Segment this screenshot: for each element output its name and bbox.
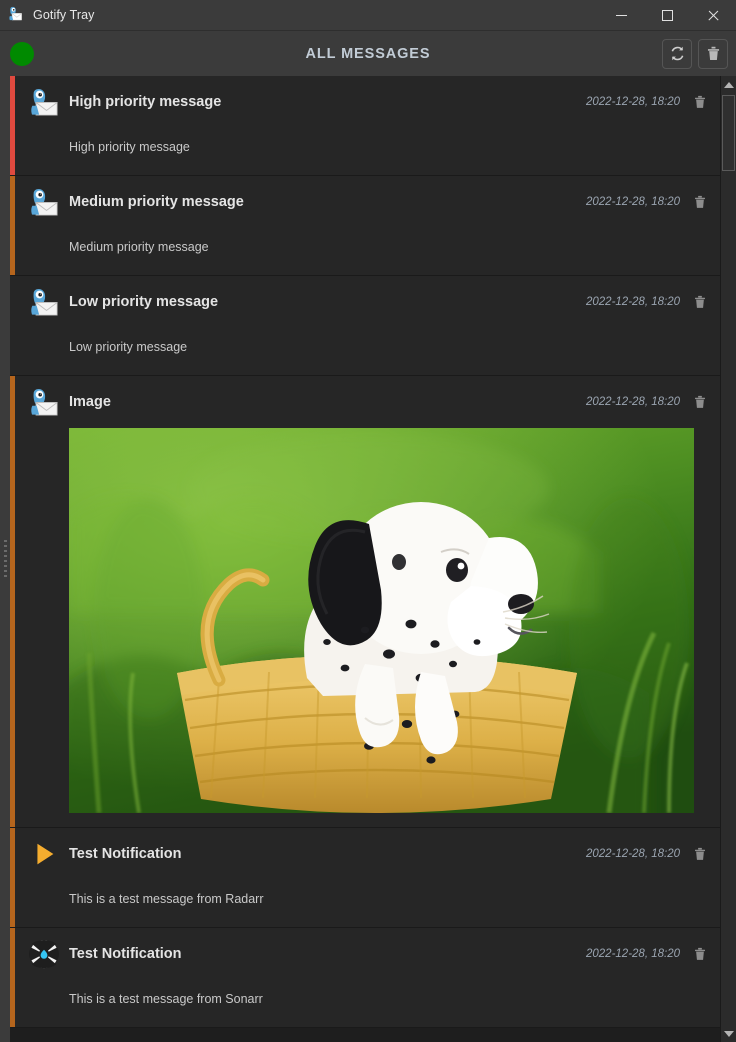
message-body: Image 2022-12-28, 18:20 [15,376,720,827]
refresh-button[interactable] [662,38,692,69]
chevron-up-icon [723,81,734,88]
page-title: ALL MESSAGES [305,45,431,62]
delete-message-button[interactable] [692,193,708,211]
trash-icon [695,195,705,208]
message-text: High priority message [69,140,190,154]
message-text: Medium priority message [69,240,209,254]
message-timestamp: 2022-12-28, 18:20 [586,948,680,960]
trash-icon [695,295,705,308]
gotify-logo-icon [29,87,59,117]
message-timestamp: 2022-12-28, 18:20 [586,848,680,860]
trash-icon [695,847,705,860]
sonarr-logo-icon [29,939,59,969]
scroll-up-button[interactable] [721,76,736,93]
message-timestamp: 2022-12-28, 18:20 [586,96,680,108]
message-header: Low priority message 2022-12-28, 18:20 [29,286,720,318]
header-actions [662,38,728,69]
message-header: Test Notification 2022-12-28, 18:20 [29,838,720,870]
delete-message-button[interactable] [692,393,708,411]
message-image-container[interactable] [69,428,708,813]
trash-icon [695,395,705,408]
message-item[interactable]: Test Notification 2022-12-28, 18:20 This … [10,828,720,928]
message-header: Image 2022-12-28, 18:20 [29,386,720,418]
connection-status-indicator[interactable] [10,41,34,66]
message-timestamp: 2022-12-28, 18:20 [586,396,680,408]
message-header: Test Notification 2022-12-28, 18:20 [29,938,720,970]
message-item[interactable]: Low priority message 2022-12-28, 18:20 Lo… [10,276,720,376]
delete-all-button[interactable] [698,38,728,69]
message-title: Test Notification [69,946,182,962]
message-header: Medium priority message 2022-12-28, 18:20 [29,186,720,218]
gotify-logo-icon [7,6,25,24]
message-list[interactable]: High priority message 2022-12-28, 18:20 H… [10,76,720,1042]
message-title: High priority message [69,94,222,110]
close-button[interactable] [690,0,736,31]
trash-icon [707,46,719,60]
message-title: Image [69,394,111,410]
message-timestamp: 2022-12-28, 18:20 [586,296,680,308]
content-area: High priority message 2022-12-28, 18:20 H… [0,76,736,1042]
maximize-button[interactable] [644,0,690,31]
message-text: This is a test message from Radarr [69,892,264,906]
trash-icon [695,947,705,960]
message-text: This is a test message from Sonarr [69,992,263,1006]
minimize-icon [615,10,627,21]
trash-icon [695,95,705,108]
delete-message-button[interactable] [692,93,708,111]
radarr-logo-icon [29,839,59,869]
scrollbar-track[interactable] [721,93,736,1025]
window-title: Gotify Tray [33,8,95,22]
delete-message-button[interactable] [692,845,708,863]
message-image[interactable] [69,428,694,813]
delete-message-button[interactable] [692,945,708,963]
sonarr-logo-icon [29,939,59,969]
message-header: High priority message 2022-12-28, 18:20 [29,86,720,118]
delete-message-button[interactable] [692,293,708,311]
message-item[interactable]: Test Notification 2022-12-28, 18:20 This … [10,928,720,1028]
refresh-icon [671,46,683,61]
minimize-button[interactable] [598,0,644,31]
header-toolbar: ALL MESSAGES [0,31,736,76]
maximize-icon [661,9,673,21]
message-item[interactable]: Medium priority message 2022-12-28, 18:20… [10,176,720,276]
message-body: Medium priority message 2022-12-28, 18:20… [15,176,720,275]
message-text: Low priority message [69,340,188,354]
messages-scrollbar[interactable] [720,76,736,1042]
gotify-logo-icon [31,388,58,416]
scrollbar-thumb[interactable] [722,95,735,171]
close-icon [708,10,719,21]
splitter-grip-icon [3,540,7,578]
message-body: Test Notification 2022-12-28, 18:20 This … [15,828,720,927]
message-item[interactable]: High priority message 2022-12-28, 18:20 H… [10,76,720,176]
gotify-logo-icon [31,188,58,216]
message-body: High priority message 2022-12-28, 18:20 H… [15,76,720,175]
title-bar: Gotify Tray [0,0,736,31]
message-title: Test Notification [69,846,182,862]
message-title: Low priority message [69,294,219,310]
message-body: Low priority message 2022-12-28, 18:20 Lo… [15,276,720,375]
gotify-logo-icon [31,88,58,116]
gotify-logo-icon [31,288,58,316]
scroll-down-button[interactable] [721,1025,736,1042]
gotify-logo-icon [29,387,59,417]
radarr-logo-icon [37,843,54,865]
gotify-logo-icon [29,187,59,217]
gotify-logo-icon [29,287,59,317]
message-title: Medium priority message [69,194,244,210]
message-item[interactable]: Image 2022-12-28, 18:20 [10,376,720,828]
message-body: Test Notification 2022-12-28, 18:20 This … [15,928,720,1027]
gotify-tray-window: Gotify Tray ALL MESSAGES High priority m… [0,0,736,1042]
message-timestamp: 2022-12-28, 18:20 [586,196,680,208]
window-controls [598,0,736,31]
chevron-down-icon [723,1030,734,1037]
splitter-handle[interactable] [0,76,10,1042]
